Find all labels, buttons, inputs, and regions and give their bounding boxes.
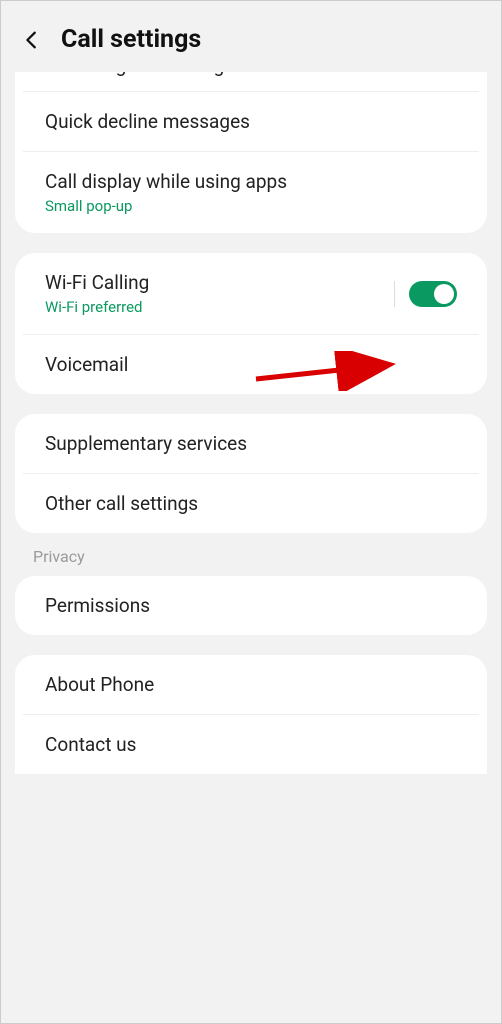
back-icon[interactable] [21,29,43,51]
row-label: Quick decline messages [45,110,250,133]
wifi-calling-toggle[interactable] [409,281,457,307]
row-wifi-calling[interactable]: Wi-Fi Calling Wi-Fi preferred [23,253,479,335]
settings-group-4: Permissions [15,576,487,635]
page-title: Call settings [61,25,201,54]
row-answering-ending[interactable]: Answering and ending calls [23,72,479,92]
row-label: Other call settings [45,492,198,515]
section-label-privacy: Privacy [1,547,501,576]
settings-group-2: Wi-Fi Calling Wi-Fi preferred Voicemail [15,253,487,394]
toggle-knob [434,284,454,304]
row-subtitle: Wi-Fi preferred [45,298,149,316]
settings-group-5: About Phone Contact us [15,655,487,774]
separator [394,281,395,307]
settings-group-1: Answering and ending calls Quick decline… [15,72,487,233]
row-other-settings[interactable]: Other call settings [23,474,479,533]
row-label: Permissions [45,594,150,617]
row-quick-decline[interactable]: Quick decline messages [23,92,479,152]
row-label: Wi-Fi Calling [45,271,149,294]
header: Call settings [1,1,501,74]
row-label: Contact us [45,733,136,756]
row-permissions[interactable]: Permissions [23,576,479,635]
row-voicemail[interactable]: Voicemail [23,335,479,394]
row-label: Call display while using apps [45,170,287,193]
row-subtitle: Small pop-up [45,197,287,215]
row-label: Voicemail [45,353,128,376]
toggle-container [394,281,457,307]
row-about-phone[interactable]: About Phone [23,655,479,715]
row-contact-us[interactable]: Contact us [23,715,479,774]
settings-group-3: Supplementary services Other call settin… [15,414,487,533]
row-label: Supplementary services [45,432,247,455]
row-supplementary[interactable]: Supplementary services [23,414,479,474]
row-label: About Phone [45,673,154,696]
row-call-display[interactable]: Call display while using apps Small pop-… [23,152,479,233]
row-label: Answering and ending calls [37,72,268,77]
